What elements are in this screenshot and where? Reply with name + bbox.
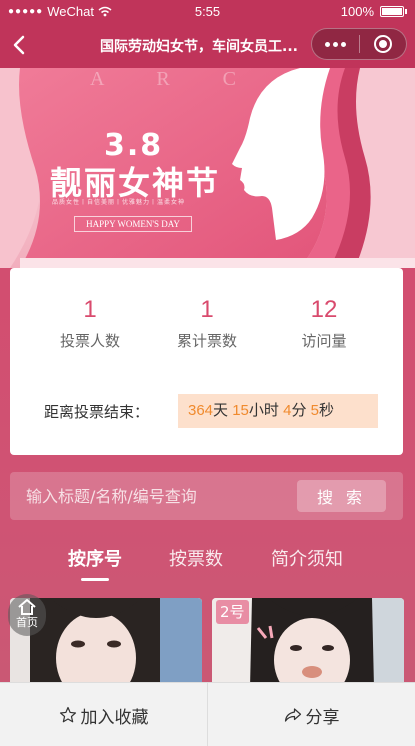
home-float-button[interactable]: 首页 <box>8 594 46 636</box>
battery-tip <box>405 9 407 14</box>
battery-percent: 100% <box>340 4 374 19</box>
banner-english-label: HAPPY WOMEN'S DAY <box>74 216 192 232</box>
status-bar: ●●●●● WeChat 5:55 100% <box>0 0 415 22</box>
miniprogram-capsule <box>311 28 407 60</box>
countdown-hours: 15 <box>232 402 249 419</box>
countdown-hours-unit: 小时 <box>248 402 279 419</box>
countdown-days: 364 <box>188 402 214 419</box>
stat-label: 投票人数 <box>59 332 120 350</box>
stats-card: 1 投票人数 1 累计票数 12 访问量 距离投票结束： 364天 15小时 4… <box>10 268 403 455</box>
battery-group: 100% <box>341 4 407 19</box>
stat-value: 12 <box>310 296 338 323</box>
battery-icon <box>380 6 404 17</box>
page-title: 国际劳动妇女节，车间女员工... <box>100 39 298 55</box>
banner-subline: 品质女性丨自信美丽丨优雅魅力丨温柔女神 <box>52 199 186 206</box>
countdown-timer: 364天 15小时 4分 5秒 <box>178 394 378 428</box>
search-input[interactable] <box>10 472 290 520</box>
stat-label: 累计票数 <box>176 332 237 350</box>
search-bar: 搜 索 <box>10 472 403 520</box>
stat-visits: 12 访问量 <box>264 296 384 351</box>
share-icon <box>284 708 301 722</box>
stat-label: 访问量 <box>301 332 347 350</box>
stat-value: 1 <box>200 296 214 323</box>
tab-intro[interactable]: 简介须知 <box>252 545 362 571</box>
countdown-days-unit: 天 <box>213 402 229 419</box>
banner-watermark-text: A R C H <box>90 68 328 90</box>
countdown-label: 距离投票结束： <box>44 403 150 421</box>
stat-total-votes: 1 累计票数 <box>147 296 267 351</box>
add-favorite-label: 加入收藏 <box>80 707 149 728</box>
tab-by-number[interactable]: 按序号 <box>40 545 150 571</box>
share-label: 分享 <box>305 707 340 728</box>
share-button[interactable]: 分享 <box>208 683 415 746</box>
home-label: 首页 <box>16 616 38 629</box>
active-tab-underline <box>81 578 109 581</box>
nav-bar: 国际劳动妇女节，车间女员工... <box>0 22 415 68</box>
add-favorite-button[interactable]: 加入收藏 <box>0 683 207 746</box>
countdown-seconds: 5 <box>310 402 319 419</box>
stat-value: 1 <box>83 296 97 323</box>
countdown-minutes-unit: 分 <box>291 402 307 419</box>
contestant-card[interactable]: 2号 <box>212 598 404 688</box>
search-button[interactable]: 搜 索 <box>297 480 386 512</box>
more-options-icon[interactable] <box>312 29 359 59</box>
close-miniprogram-icon[interactable] <box>360 29 406 59</box>
tab-by-votes[interactable]: 按票数 <box>141 545 251 571</box>
hero-banner: A R C H 3.8 靓丽女神节 品质女性丨自信美丽丨优雅魅力丨温柔女神 HA… <box>0 68 415 268</box>
contestant-number-badge: 2号 <box>216 600 249 624</box>
bottom-action-bar: 加入收藏 分享 <box>0 682 415 746</box>
star-icon <box>59 706 76 723</box>
sort-tabs: 按序号 按票数 简介须知 <box>0 545 415 585</box>
back-arrow-icon[interactable] <box>6 31 34 59</box>
countdown-seconds-unit: 秒 <box>318 402 334 419</box>
stat-voters: 1 投票人数 <box>30 296 150 351</box>
